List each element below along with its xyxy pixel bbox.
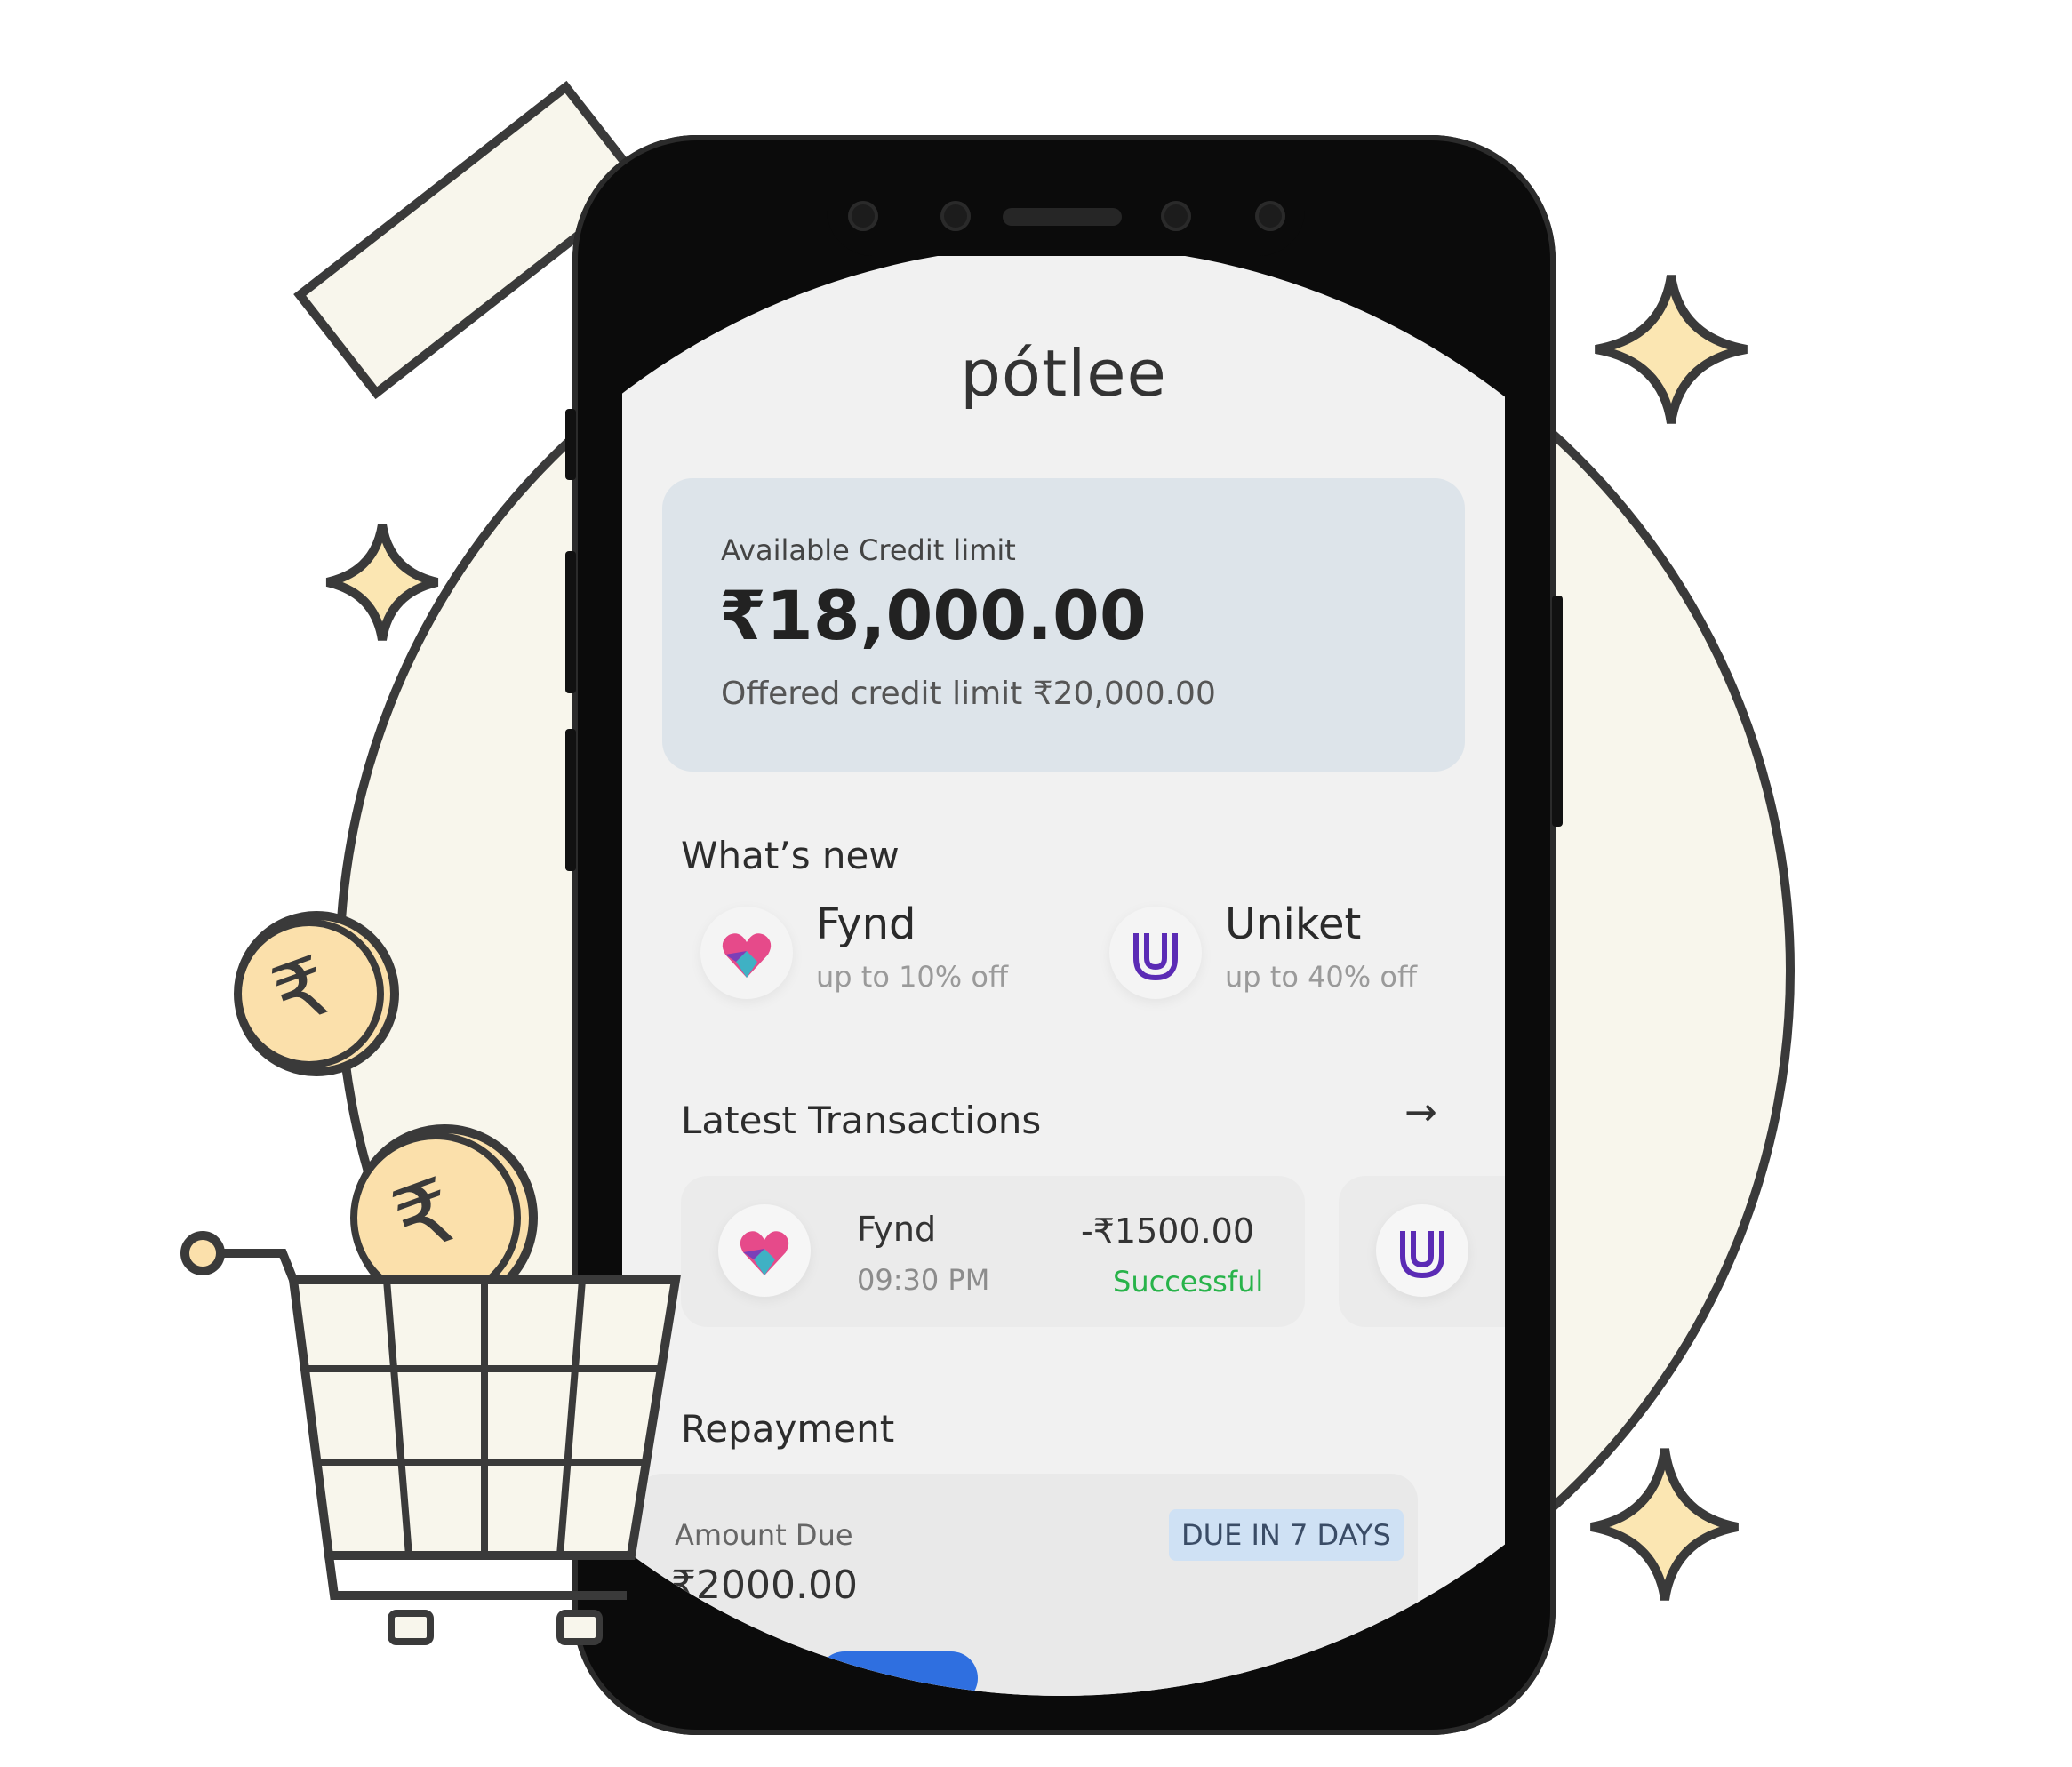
- shopping-cart-icon: [288, 1275, 681, 1645]
- cart-handle-icon: [180, 1231, 225, 1275]
- foreground-illustration: [180, 911, 681, 1645]
